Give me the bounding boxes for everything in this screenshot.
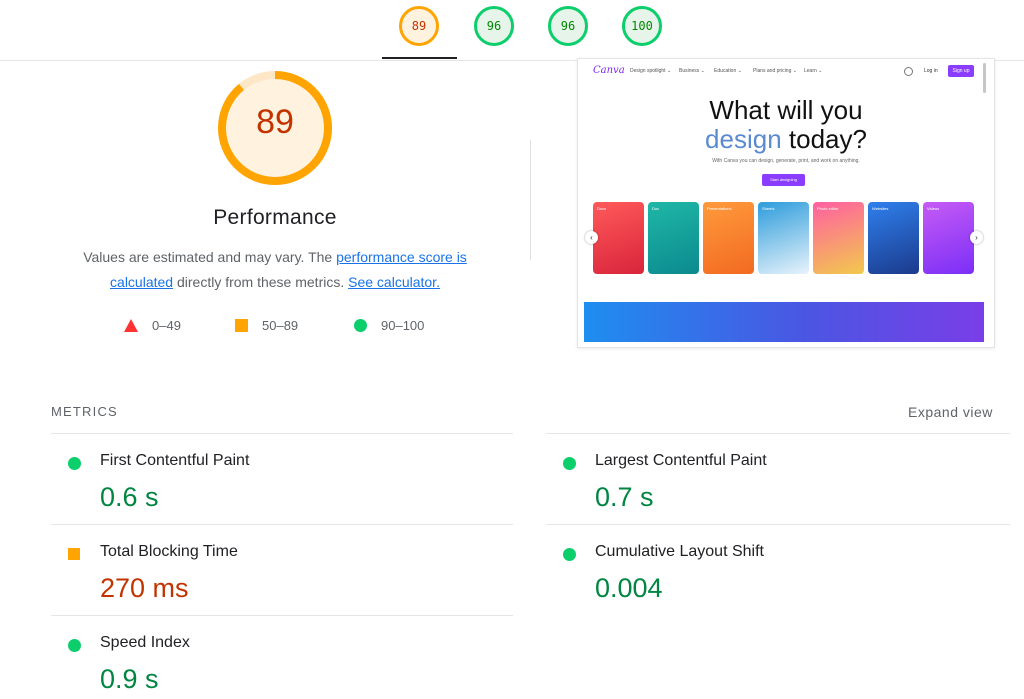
legend-fail-label: 0–49 bbox=[152, 318, 181, 333]
metric-value: 0.6 s bbox=[100, 482, 159, 512]
template-card: Presentations bbox=[703, 202, 754, 274]
nav-item: Plans and pricing ⌄ bbox=[753, 68, 797, 74]
chevron-left-icon: ‹ bbox=[585, 231, 598, 244]
metric-cumulative-layout-shift: Cumulative Layout Shift 0.004 bbox=[546, 528, 1006, 608]
metric-largest-contentful-paint: Largest Contentful Paint 0.7 s bbox=[546, 437, 1006, 517]
see-calculator-link[interactable]: See calculator. bbox=[348, 274, 440, 290]
pass-circle-icon bbox=[68, 457, 81, 470]
pass-circle-icon bbox=[68, 639, 81, 652]
category-tabs: 89 96 96 100 bbox=[0, 0, 1024, 61]
pass-circle-icon bbox=[563, 548, 576, 561]
signup-button: Sign up bbox=[948, 65, 974, 77]
metric-name: Speed Index bbox=[100, 634, 190, 651]
metric-total-blocking-time: Total Blocking Time 270 ms bbox=[51, 528, 511, 608]
square-average-icon bbox=[235, 319, 248, 332]
metric-speed-index: Speed Index 0.9 s bbox=[51, 619, 511, 699]
section-divider bbox=[530, 140, 531, 260]
average-square-icon bbox=[68, 548, 80, 560]
hero-heading-rest: today? bbox=[781, 124, 867, 154]
tab-performance-score[interactable]: 89 bbox=[399, 6, 439, 46]
metric-name: Cumulative Layout Shift bbox=[595, 543, 764, 560]
triangle-fail-icon bbox=[124, 319, 138, 332]
metric-first-contentful-paint: First Contentful Paint 0.6 s bbox=[51, 437, 511, 517]
template-card: Videos bbox=[923, 202, 974, 274]
metric-value: 0.7 s bbox=[595, 482, 654, 512]
description-text: Values are estimated and may vary. The bbox=[83, 249, 337, 265]
hero-heading-line2: design today? bbox=[578, 124, 994, 155]
nav-item: Education ⌄ bbox=[714, 68, 742, 74]
tab-accessibility-score[interactable]: 96 bbox=[474, 6, 514, 46]
login-link: Log in bbox=[924, 68, 938, 74]
gradient-banner bbox=[584, 302, 984, 342]
template-carousel: Docs Doc Presentations Sheets Photo edit… bbox=[578, 202, 994, 274]
divider bbox=[51, 524, 513, 525]
divider bbox=[51, 433, 513, 434]
legend-average: 50–89 bbox=[235, 318, 298, 333]
pass-circle-icon bbox=[563, 457, 576, 470]
metric-value: 0.9 s bbox=[100, 664, 159, 694]
hero-heading-line1: What will you bbox=[709, 95, 863, 125]
template-card: Photo editor bbox=[813, 202, 864, 274]
circle-pass-icon bbox=[354, 319, 367, 332]
divider bbox=[546, 524, 1010, 525]
expand-view-toggle[interactable]: Expand view bbox=[908, 404, 993, 420]
nav-item: Business ⌄ bbox=[679, 68, 705, 74]
nav-item: Design spotlight ⌄ bbox=[630, 68, 672, 74]
template-card: Websites bbox=[868, 202, 919, 274]
nav-item: Learn ⌄ bbox=[804, 68, 823, 74]
canva-logo: Canva bbox=[593, 65, 625, 76]
metric-value: 0.004 bbox=[595, 573, 663, 603]
performance-score: 89 bbox=[256, 103, 294, 141]
metric-name: First Contentful Paint bbox=[100, 452, 250, 469]
hero-subtitle: With Canva you can design, generate, pri… bbox=[712, 158, 860, 164]
page-screenshot[interactable]: Canva Design spotlight ⌄ Business ⌄ Educ… bbox=[577, 58, 995, 348]
divider bbox=[51, 615, 513, 616]
metric-value: 270 ms bbox=[100, 573, 189, 603]
tab-best-practices-score[interactable]: 96 bbox=[548, 6, 588, 46]
template-card: Sheets bbox=[758, 202, 809, 274]
performance-title: Performance bbox=[213, 206, 337, 229]
template-card: Docs bbox=[593, 202, 644, 274]
help-icon bbox=[904, 67, 913, 76]
description-text-middle: directly from these metrics. bbox=[173, 274, 349, 290]
score-description: Values are estimated and may vary. The p… bbox=[60, 245, 490, 295]
divider bbox=[546, 433, 1010, 434]
metrics-heading: METRICS bbox=[51, 404, 118, 419]
legend-average-label: 50–89 bbox=[262, 318, 299, 333]
metric-name: Total Blocking Time bbox=[100, 543, 238, 560]
screenshot-scrollbar bbox=[983, 63, 986, 93]
tab-seo-score[interactable]: 100 bbox=[622, 6, 662, 46]
legend-fail: 0–49 bbox=[124, 318, 181, 333]
start-designing-button: Start designing bbox=[762, 174, 805, 186]
legend-pass: 90–100 bbox=[354, 318, 424, 333]
chevron-right-icon: › bbox=[970, 231, 983, 244]
hero-accent-word: design bbox=[705, 124, 782, 154]
score-legend: 0–49 50–89 90–100 bbox=[0, 318, 560, 338]
metric-name: Largest Contentful Paint bbox=[595, 452, 767, 469]
legend-pass-label: 90–100 bbox=[381, 318, 425, 333]
active-tab-indicator bbox=[382, 57, 457, 59]
screenshot-navbar: Canva Design spotlight ⌄ Business ⌄ Educ… bbox=[578, 59, 994, 83]
template-card: Doc bbox=[648, 202, 699, 274]
